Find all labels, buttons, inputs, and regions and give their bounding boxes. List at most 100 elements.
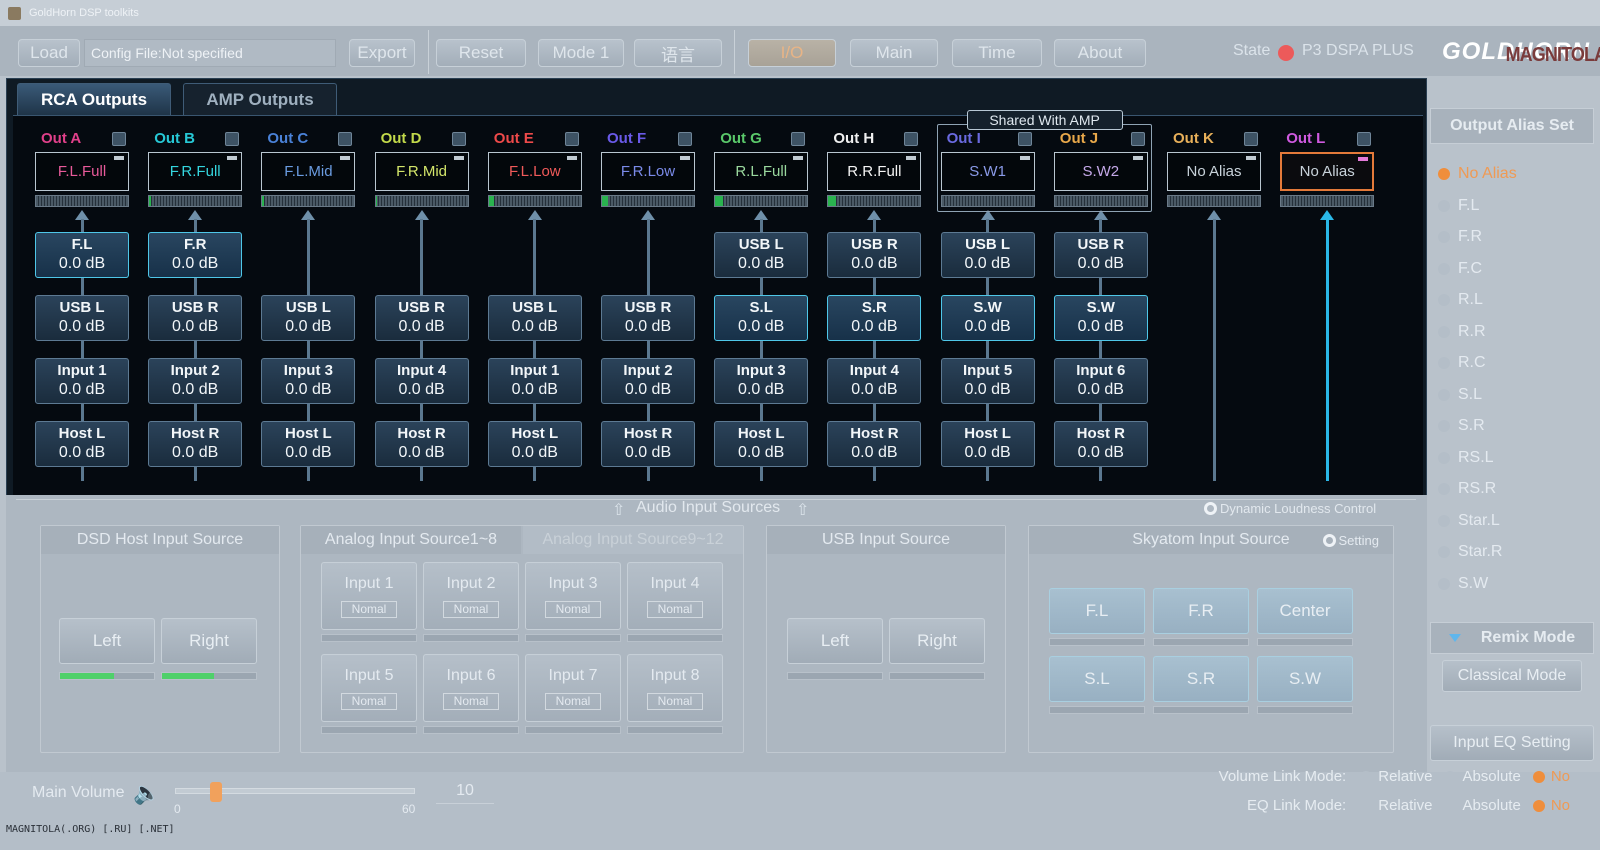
tab-io[interactable]: I/O [748,39,836,67]
input-source-block[interactable]: Host L 0.0 dB [714,421,809,467]
chevron-up-icon[interactable]: ⇧ [612,500,625,520]
input-source-block[interactable]: S.R 0.0 dB [827,295,922,341]
output-alias-box[interactable]: No Alias [1167,152,1261,191]
analog-input-button[interactable]: Input 8 Nomal [627,654,723,722]
alias-option[interactable]: R.R [1438,323,1486,341]
alias-option[interactable]: Star.R [1438,543,1502,561]
input-source-block[interactable]: Input 4 0.0 dB [374,358,469,404]
volume-value[interactable]: 10 [436,782,494,804]
output-alias-box[interactable]: R.R.Full [827,152,922,191]
analog-input-mode[interactable]: Nomal [545,601,601,618]
mute-checkbox[interactable] [112,132,126,146]
alias-option[interactable]: S.W [1438,575,1488,593]
mode-button[interactable]: Mode 1 [538,39,624,67]
alias-option[interactable]: S.R [1438,417,1485,435]
input-source-block[interactable]: USB R 0.0 dB [1053,232,1148,278]
input-source-block[interactable]: Host R 0.0 dB [1053,421,1148,467]
alias-option[interactable]: F.R [1438,228,1482,246]
input-source-block[interactable]: USB L 0.0 dB [940,232,1035,278]
input-eq-setting-button[interactable]: Input EQ Setting [1430,725,1594,761]
input-source-block[interactable]: Host L 0.0 dB [940,421,1035,467]
analog-input-mode[interactable]: Nomal [443,601,499,618]
analog-input-mode[interactable]: Nomal [647,601,703,618]
output-alias-box[interactable]: F.L.Low [487,152,582,191]
input-source-block[interactable]: Input 3 0.0 dB [261,358,356,404]
analog-input-mode[interactable]: Nomal [647,693,703,710]
input-source-block[interactable]: Host L 0.0 dB [487,421,582,467]
mute-checkbox[interactable] [904,132,919,146]
tab-about[interactable]: About [1054,39,1146,67]
skyatom-channel-button[interactable]: F.R [1153,588,1249,634]
tab-analog-9-12[interactable]: Analog Input Source9~12 [523,526,743,554]
reset-button[interactable]: Reset [436,39,526,67]
mute-checkbox[interactable] [791,132,806,146]
input-source-block[interactable]: Host L 0.0 dB [35,421,129,467]
input-source-block[interactable]: Input 2 0.0 dB [148,358,243,404]
mute-checkbox[interactable] [678,132,692,146]
tab-amp-outputs[interactable]: AMP Outputs [183,83,337,115]
input-source-block[interactable]: USB L 0.0 dB [714,232,809,278]
analog-input-button[interactable]: Input 2 Nomal [423,562,519,630]
input-source-block[interactable]: Host R 0.0 dB [374,421,469,467]
analog-input-mode[interactable]: Nomal [443,693,499,710]
input-source-block[interactable]: S.W 0.0 dB [1053,295,1148,341]
analog-input-button[interactable]: Input 4 Nomal [627,562,723,630]
input-source-block[interactable]: USB R 0.0 dB [601,295,695,341]
input-source-block[interactable]: Host R 0.0 dB [601,421,695,467]
language-button[interactable]: 语言 [634,39,722,67]
main-volume-slider[interactable] [175,782,415,802]
dsd-left-button[interactable]: Left [59,618,155,664]
link-mode-option[interactable]: Relative [1360,797,1432,814]
input-source-block[interactable]: Input 4 0.0 dB [827,358,922,404]
classical-mode-button[interactable]: Classical Mode [1442,660,1582,692]
output-alias-box[interactable]: F.L.Mid [261,152,356,191]
link-mode-option[interactable]: No [1532,797,1570,814]
mute-checkbox[interactable] [564,132,579,146]
tab-time[interactable]: Time [952,39,1042,67]
analog-input-mode[interactable]: Nomal [341,693,397,710]
export-button[interactable]: Export [349,39,415,67]
alias-option[interactable]: F.C [1438,260,1482,278]
input-source-block[interactable]: S.W 0.0 dB [940,295,1035,341]
usb-left-button[interactable]: Left [787,618,883,664]
alias-option[interactable]: RS.L [1438,449,1494,467]
input-source-block[interactable]: Input 2 0.0 dB [601,358,695,404]
skyatom-channel-button[interactable]: Center [1257,588,1353,634]
output-alias-box[interactable]: F.L.Full [35,152,129,191]
output-alias-box[interactable]: R.L.Full [714,152,809,191]
skyatom-channel-button[interactable]: S.L [1049,656,1145,702]
mute-checkbox[interactable] [1244,132,1258,146]
volume-slider-thumb[interactable] [210,782,223,802]
input-source-block[interactable]: S.L 0.0 dB [714,295,809,341]
input-source-block[interactable]: USB L 0.0 dB [35,295,129,341]
alias-option[interactable]: R.L [1438,291,1483,309]
analog-input-button[interactable]: Input 6 Nomal [423,654,519,722]
input-source-block[interactable]: Host L 0.0 dB [261,421,356,467]
skyatom-channel-button[interactable]: F.L [1049,588,1145,634]
output-alias-box[interactable]: F.R.Mid [374,152,469,191]
skyatom-channel-button[interactable]: S.W [1257,656,1353,702]
input-source-block[interactable]: Input 1 0.0 dB [487,358,582,404]
input-source-block[interactable]: F.L 0.0 dB [35,232,129,278]
input-source-block[interactable]: F.R 0.0 dB [148,232,243,278]
mute-checkbox[interactable] [1357,132,1372,146]
remix-mode-header[interactable]: Remix Mode [1430,622,1594,654]
alias-option[interactable]: No Alias [1438,165,1517,183]
input-source-block[interactable]: Input 6 0.0 dB [1053,358,1148,404]
alias-option[interactable]: R.C [1438,354,1486,372]
dsd-right-button[interactable]: Right [161,618,257,664]
analog-input-button[interactable]: Input 1 Nomal [321,562,417,630]
input-source-block[interactable]: Input 5 0.0 dB [940,358,1035,404]
output-alias-box[interactable]: F.R.Low [601,152,695,191]
analog-input-mode[interactable]: Nomal [545,693,601,710]
skyatom-channel-button[interactable]: S.R [1153,656,1249,702]
load-button[interactable]: Load [18,39,80,67]
alias-option[interactable]: F.L [1438,197,1479,215]
input-source-block[interactable]: Input 3 0.0 dB [714,358,809,404]
chevron-up-icon[interactable]: ⇧ [796,500,809,520]
analog-input-button[interactable]: Input 7 Nomal [525,654,621,722]
input-source-block[interactable]: USB R 0.0 dB [148,295,243,341]
input-source-block[interactable]: Input 1 0.0 dB [35,358,129,404]
tab-rca-outputs[interactable]: RCA Outputs [17,83,171,115]
mute-checkbox[interactable] [225,132,240,146]
